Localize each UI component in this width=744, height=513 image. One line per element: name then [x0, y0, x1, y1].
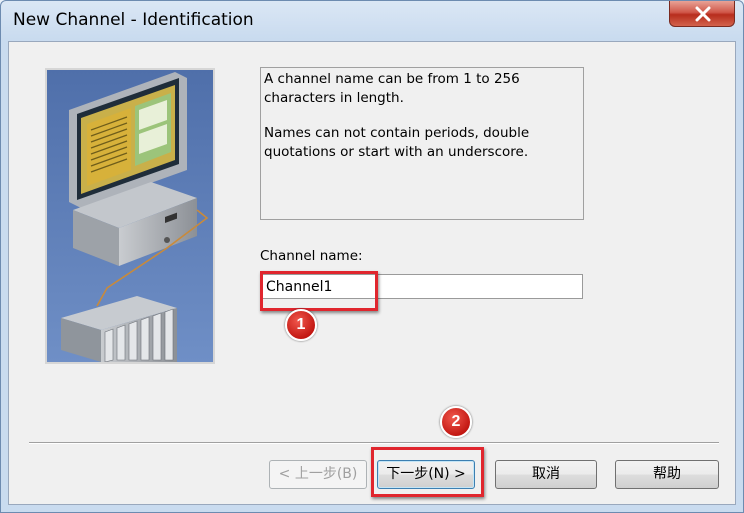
back-button[interactable]: < 上一步(B) [269, 460, 367, 489]
description-text-rules: Names can not contain periods, double qu… [264, 125, 530, 160]
computer-plc-illustration [45, 68, 215, 364]
title-bar[interactable]: New Channel - Identification [1, 1, 743, 41]
step-badge-1: 1 [285, 309, 317, 341]
cancel-button[interactable]: 取消 [495, 460, 597, 489]
close-button[interactable] [669, 1, 735, 27]
window-title: New Channel - Identification [13, 10, 254, 30]
description-text-length: A channel name can be from 1 to 256 char… [264, 71, 520, 106]
step-badge-2: 2 [440, 406, 472, 438]
dialog-client-area: A channel name can be from 1 to 256 char… [8, 41, 736, 505]
channel-name-label: Channel name: [260, 248, 363, 264]
separator-line [29, 442, 719, 444]
highlight-next-button [371, 447, 484, 497]
highlight-channel-name [260, 271, 378, 311]
close-icon [695, 6, 711, 22]
help-button[interactable]: 帮助 [615, 460, 719, 489]
description-box: A channel name can be from 1 to 256 char… [260, 67, 584, 220]
dialog-window: New Channel - Identification A channel n… [0, 0, 744, 513]
computer-plc-network-icon [47, 70, 213, 362]
